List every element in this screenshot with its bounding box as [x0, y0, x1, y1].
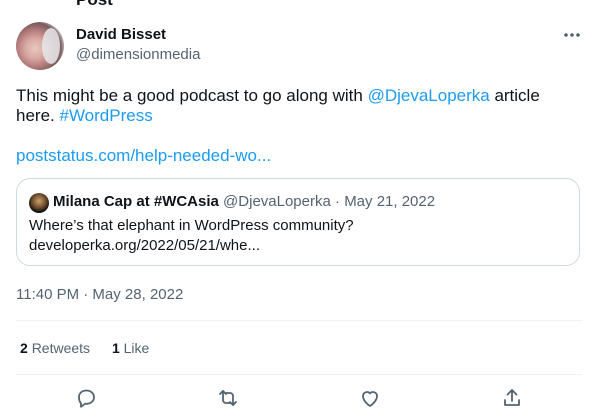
author-handle[interactable]: @dimensionmedia [76, 46, 200, 63]
tweet-header: David Bisset @dimensionmedia [16, 22, 582, 70]
tweet-stats: 2 Retweets 1 Like [20, 340, 167, 356]
tweet-actions [16, 384, 582, 412]
author-display-name[interactable]: David Bisset [76, 26, 166, 43]
more-icon[interactable] [562, 28, 582, 42]
divider [16, 374, 582, 375]
share-icon[interactable] [500, 386, 524, 410]
retweets-label: Retweets [31, 340, 91, 356]
likes-stat[interactable]: 1 Like [112, 340, 149, 356]
tweet-text: This might be a good podcast to go along… [16, 86, 576, 126]
avatar[interactable] [16, 22, 64, 70]
quoted-avatar [29, 193, 49, 213]
likes-label: Like [123, 340, 150, 356]
quoted-tweet[interactable]: Milana Cap at #WCAsia @DjevaLoperka · Ma… [16, 178, 580, 266]
page-title-cut: Post [76, 0, 113, 10]
tweet-text-part: This might be a good podcast to go along… [16, 86, 368, 105]
retweet-icon[interactable] [216, 386, 240, 410]
tweet-url: poststatus.com/help-needed-wo... [16, 146, 271, 166]
reply-icon[interactable] [74, 386, 98, 410]
quoted-text: Where’s that elephant in WordPress commu… [29, 217, 354, 234]
tweet-timestamp[interactable]: 11:40 PM · May 28, 2022 [16, 286, 183, 303]
likes-count: 1 [111, 340, 120, 356]
quoted-handle: @DjevaLoperka [223, 193, 331, 210]
quoted-dot: · [335, 193, 341, 210]
quoted-date: May 21, 2022 [344, 193, 436, 210]
quoted-display-name: Milana Cap at #WCAsia [53, 193, 219, 210]
quoted-link: developerka.org/2022/05/21/whe... [29, 237, 260, 254]
hashtag-link[interactable]: #WordPress [59, 106, 152, 125]
retweets-count: 2 [20, 340, 28, 356]
quoted-header: Milana Cap at #WCAsia @DjevaLoperka · Ma… [53, 193, 435, 210]
heart-icon[interactable] [358, 386, 382, 410]
mention-link[interactable]: @DjevaLoperka [368, 86, 490, 105]
retweets-stat[interactable]: 2 Retweets [20, 340, 90, 356]
url-link[interactable]: poststatus.com/help-needed-wo... [16, 146, 271, 165]
divider [16, 320, 582, 321]
